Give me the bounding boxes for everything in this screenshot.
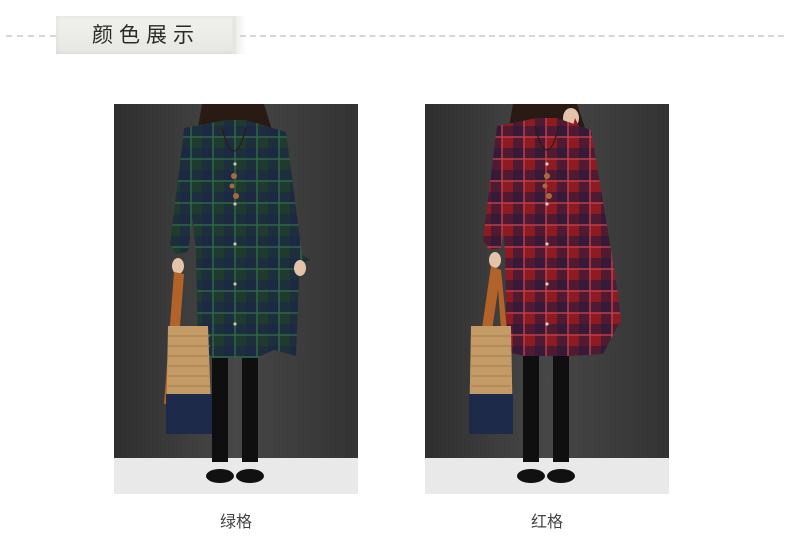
product-photo-red <box>425 104 669 494</box>
title-badge: 颜色展示 <box>56 16 246 54</box>
caption-green: 绿格 <box>219 512 252 531</box>
caption-red: 红格 <box>530 512 563 531</box>
section-title: 颜色展示 <box>92 23 200 47</box>
product-photo-green <box>114 104 358 494</box>
divider-left <box>6 35 56 37</box>
divider-right <box>240 35 784 37</box>
section-header: 颜色展示 <box>0 0 790 70</box>
